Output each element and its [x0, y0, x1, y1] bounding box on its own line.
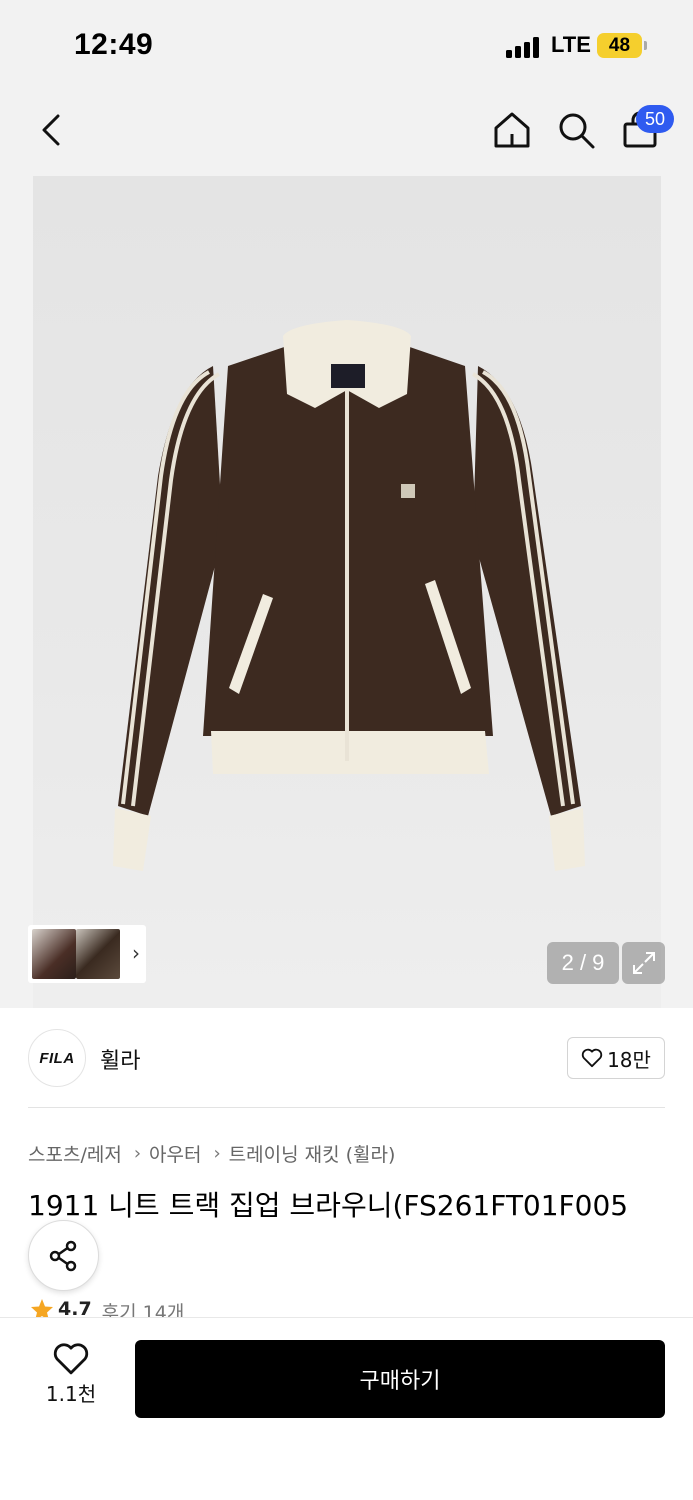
home-icon: [494, 112, 530, 148]
breadcrumb: 스포츠/레저 › 아우터 › 트레이닝 재킷 (휠라): [28, 1140, 395, 1167]
breadcrumb-item[interactable]: 트레이닝 재킷 (휠라): [229, 1140, 396, 1167]
product-image[interactable]: [33, 176, 661, 1008]
rating-value: 4.7: [58, 1298, 92, 1318]
share-icon: [49, 1240, 76, 1271]
product-title: 1911 니트 트랙 집업 브라우니(FS261FT01F005: [28, 1189, 629, 1222]
network-type: LTE: [551, 32, 591, 57]
chevron-right-icon: ›: [213, 1143, 221, 1164]
home-button[interactable]: [488, 106, 536, 154]
chevron-left-icon: [42, 114, 60, 146]
share-button[interactable]: [28, 1220, 99, 1291]
chevron-right-icon: ›: [133, 1143, 142, 1164]
image-counter: 2 / 9: [547, 942, 619, 984]
battery-nub: [644, 41, 647, 50]
heart-icon: [53, 1343, 89, 1375]
wishlist-count: 1.1천: [45, 1382, 97, 1406]
back-button[interactable]: [30, 108, 74, 152]
expand-icon: [632, 952, 655, 974]
thumbnail-image[interactable]: [76, 929, 120, 979]
thumbnail-strip[interactable]: ›: [28, 925, 146, 983]
wishlist-button[interactable]: 1.1천: [28, 1342, 114, 1416]
brand-name[interactable]: 휠라: [100, 1043, 140, 1075]
review-count[interactable]: 후기 14개: [102, 1298, 185, 1318]
battery-indicator: 48: [597, 33, 642, 58]
breadcrumb-item[interactable]: 스포츠/레저: [28, 1140, 122, 1167]
chevron-right-icon: ›: [132, 941, 140, 965]
thumbnail-image[interactable]: [32, 929, 76, 979]
buy-button[interactable]: 구매하기: [135, 1340, 665, 1418]
search-button[interactable]: [552, 106, 600, 154]
status-time: 12:49: [74, 28, 154, 61]
heart-icon: [581, 1048, 603, 1068]
breadcrumb-item[interactable]: 아우터: [149, 1140, 201, 1167]
expand-button[interactable]: [622, 942, 665, 984]
brand-logo[interactable]: FILA: [28, 1029, 86, 1087]
jacket-image: [113, 320, 585, 871]
brand-like-button[interactable]: 18만: [567, 1037, 665, 1079]
brand-like-count: 18만: [607, 1047, 651, 1072]
signal-strength-icon: [506, 36, 544, 58]
star-icon: [31, 1299, 53, 1318]
search-icon: [559, 113, 595, 149]
cart-count-badge: 50: [636, 105, 674, 133]
rating-row[interactable]: 4.7 후기 14개: [30, 1298, 184, 1318]
divider: [28, 1107, 665, 1108]
